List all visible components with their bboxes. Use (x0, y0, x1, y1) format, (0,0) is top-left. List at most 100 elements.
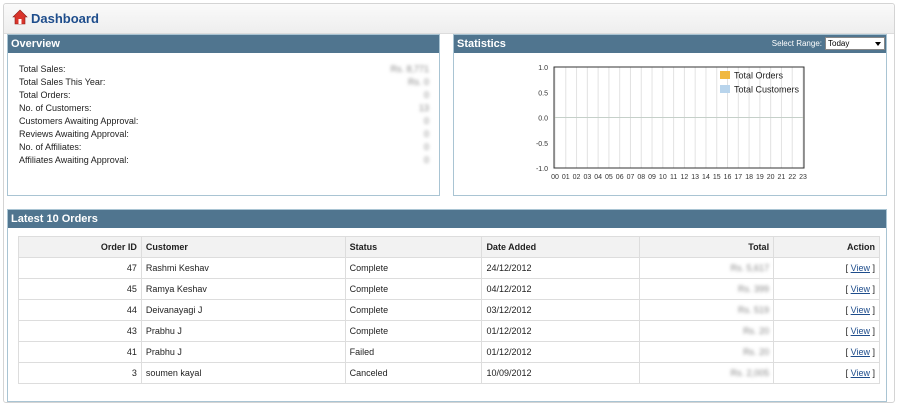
x-tick-label: 22 (788, 174, 796, 181)
overview-label: No. of Customers: (19, 103, 92, 113)
status-cell: Complete (344, 299, 483, 321)
overview-label: Total Orders: (19, 90, 71, 100)
status-cell: Canceled (344, 362, 483, 384)
view-order-link[interactable]: View (851, 284, 870, 294)
x-tick-label: 08 (637, 174, 645, 181)
customer-cell: Rashmi Keshav (140, 257, 346, 279)
table-row: 44 Deivanayagi J Complete 03/12/2012 Rs. 519… (18, 299, 880, 321)
x-tick-label: 13 (691, 174, 699, 181)
orders-header-row: Order ID Customer Status Date Added Tota… (18, 236, 880, 258)
y-tick-label: -0.5 (536, 141, 548, 148)
view-order-link[interactable]: View (851, 368, 870, 378)
action-cell: [ View ] (773, 320, 880, 342)
view-order-link[interactable]: View (851, 305, 870, 315)
overview-value: 0 (423, 142, 429, 152)
x-tick-label: 01 (562, 174, 570, 181)
x-tick-label: 20 (767, 174, 775, 181)
action-cell: [ View ] (773, 257, 880, 279)
order-id-cell: 44 (18, 299, 142, 321)
total-cell: Rs. 2,005 (639, 362, 775, 384)
col-total[interactable]: Total (639, 236, 775, 258)
date-cell: 03/12/2012 (481, 299, 641, 321)
x-tick-label: 05 (605, 174, 613, 181)
overview-row: Total Orders: 0 (19, 89, 429, 102)
view-order-link[interactable]: View (851, 263, 870, 273)
total-value: Rs. 20 (743, 347, 770, 357)
statistics-chart: 1.00.50.0-0.5-1.000 01 02 03 04 05 06 07 08 09 10 1… (536, 65, 807, 181)
latest-orders-panel: Latest 10 Orders Order ID Customer Statu… (7, 209, 887, 402)
latest-orders-title: Latest 10 Orders (8, 210, 886, 228)
x-tick-label: 03 (583, 174, 591, 181)
range-select[interactable]: Today (825, 37, 885, 50)
x-tick-label: 10 (659, 174, 667, 181)
order-id-cell: 41 (18, 341, 142, 363)
x-tick-label: 18 (745, 174, 753, 181)
x-tick-label: 14 (702, 174, 710, 181)
x-tick-label: 04 (594, 174, 602, 181)
y-tick-label: 0.5 (538, 90, 548, 97)
table-row: 47 Rashmi Keshav Complete 24/12/2012 Rs. 5,6… (18, 257, 880, 279)
x-tick-label: 00 (551, 174, 559, 181)
x-tick-label: 02 (573, 174, 581, 181)
col-customer[interactable]: Customer (140, 236, 346, 258)
x-tick-label: 12 (680, 174, 688, 181)
total-value: Rs. 2,005 (730, 368, 770, 378)
overview-row: Affiliates Awaiting Approval: 0 (19, 154, 429, 167)
legend-swatch (720, 71, 730, 79)
col-status[interactable]: Status (344, 236, 483, 258)
order-id-cell: 45 (18, 278, 142, 300)
y-tick-label: 0.0 (538, 116, 548, 123)
view-order-link[interactable]: View (851, 347, 870, 357)
statistics-panel: Statistics Select Range: Today 1.0 0.5 0.0… (453, 34, 887, 196)
overview-row: Total Sales This Year: Rs. 0 (19, 76, 429, 89)
status-cell: Complete (344, 257, 483, 279)
table-row: 3 soumen kayal Canceled 10/09/2012 Rs. 2,005… (18, 362, 880, 384)
overview-value: 0 (423, 129, 429, 139)
col-date-added[interactable]: Date Added (481, 236, 641, 258)
x-tick-label: 09 (648, 174, 656, 181)
total-cell: Rs. 20 (639, 341, 775, 363)
legend-label: Total Customers (734, 85, 800, 95)
status-cell: Failed (344, 341, 483, 363)
date-cell: 10/09/2012 (481, 362, 641, 384)
overview-value: 0 (423, 90, 429, 100)
table-row: 43 Prabhu J Complete 01/12/2012 Rs. 20[ View… (18, 320, 880, 342)
x-tick-label: 07 (627, 174, 635, 181)
overview-value: 0 (423, 116, 429, 126)
total-cell: Rs. 519 (639, 299, 775, 321)
action-cell: [ View ] (773, 278, 880, 300)
x-tick-label: 15 (713, 174, 721, 181)
action-cell: [ View ] (773, 299, 880, 321)
home-icon (12, 9, 28, 25)
date-cell: 01/12/2012 (481, 320, 641, 342)
customer-cell: soumen kayal (140, 362, 346, 384)
overview-row: Customers Awaiting Approval: 0 (19, 115, 429, 128)
status-cell: Complete (344, 320, 483, 342)
overview-row: No. of Affiliates: 0 (19, 141, 429, 154)
overview-value: 13 (418, 103, 429, 113)
overview-label: No. of Affiliates: (19, 142, 82, 152)
col-order-id[interactable]: Order ID (18, 236, 142, 258)
x-tick-label: 19 (756, 174, 764, 181)
col-action: Action (773, 236, 880, 258)
total-cell: Rs. 20 (639, 320, 775, 342)
overview-label: Affiliates Awaiting Approval: (19, 155, 129, 165)
total-value: Rs. 20 (743, 326, 770, 336)
overview-label: Reviews Awaiting Approval: (19, 129, 129, 139)
order-id-cell: 43 (18, 320, 142, 342)
total-value: Rs. 5,617 (730, 263, 770, 273)
overview-label: Total Sales This Year: (19, 77, 106, 87)
status-cell: Complete (344, 278, 483, 300)
overview-label: Customers Awaiting Approval: (19, 116, 139, 126)
order-id-cell: 3 (18, 362, 142, 384)
date-cell: 24/12/2012 (481, 257, 641, 279)
overview-title: Overview (8, 35, 439, 53)
view-order-link[interactable]: View (851, 326, 870, 336)
legend-swatch (720, 85, 730, 93)
action-cell: [ View ] (773, 341, 880, 363)
y-tick-label: -1.0 (536, 166, 548, 173)
x-tick-label: 11 (670, 174, 677, 181)
statistics-header: Statistics Select Range: Today (454, 35, 886, 53)
total-cell: Rs. 5,617 (639, 257, 775, 279)
overview-panel: Overview Total Sales: Rs. 8,771 Total Sale… (7, 34, 440, 196)
